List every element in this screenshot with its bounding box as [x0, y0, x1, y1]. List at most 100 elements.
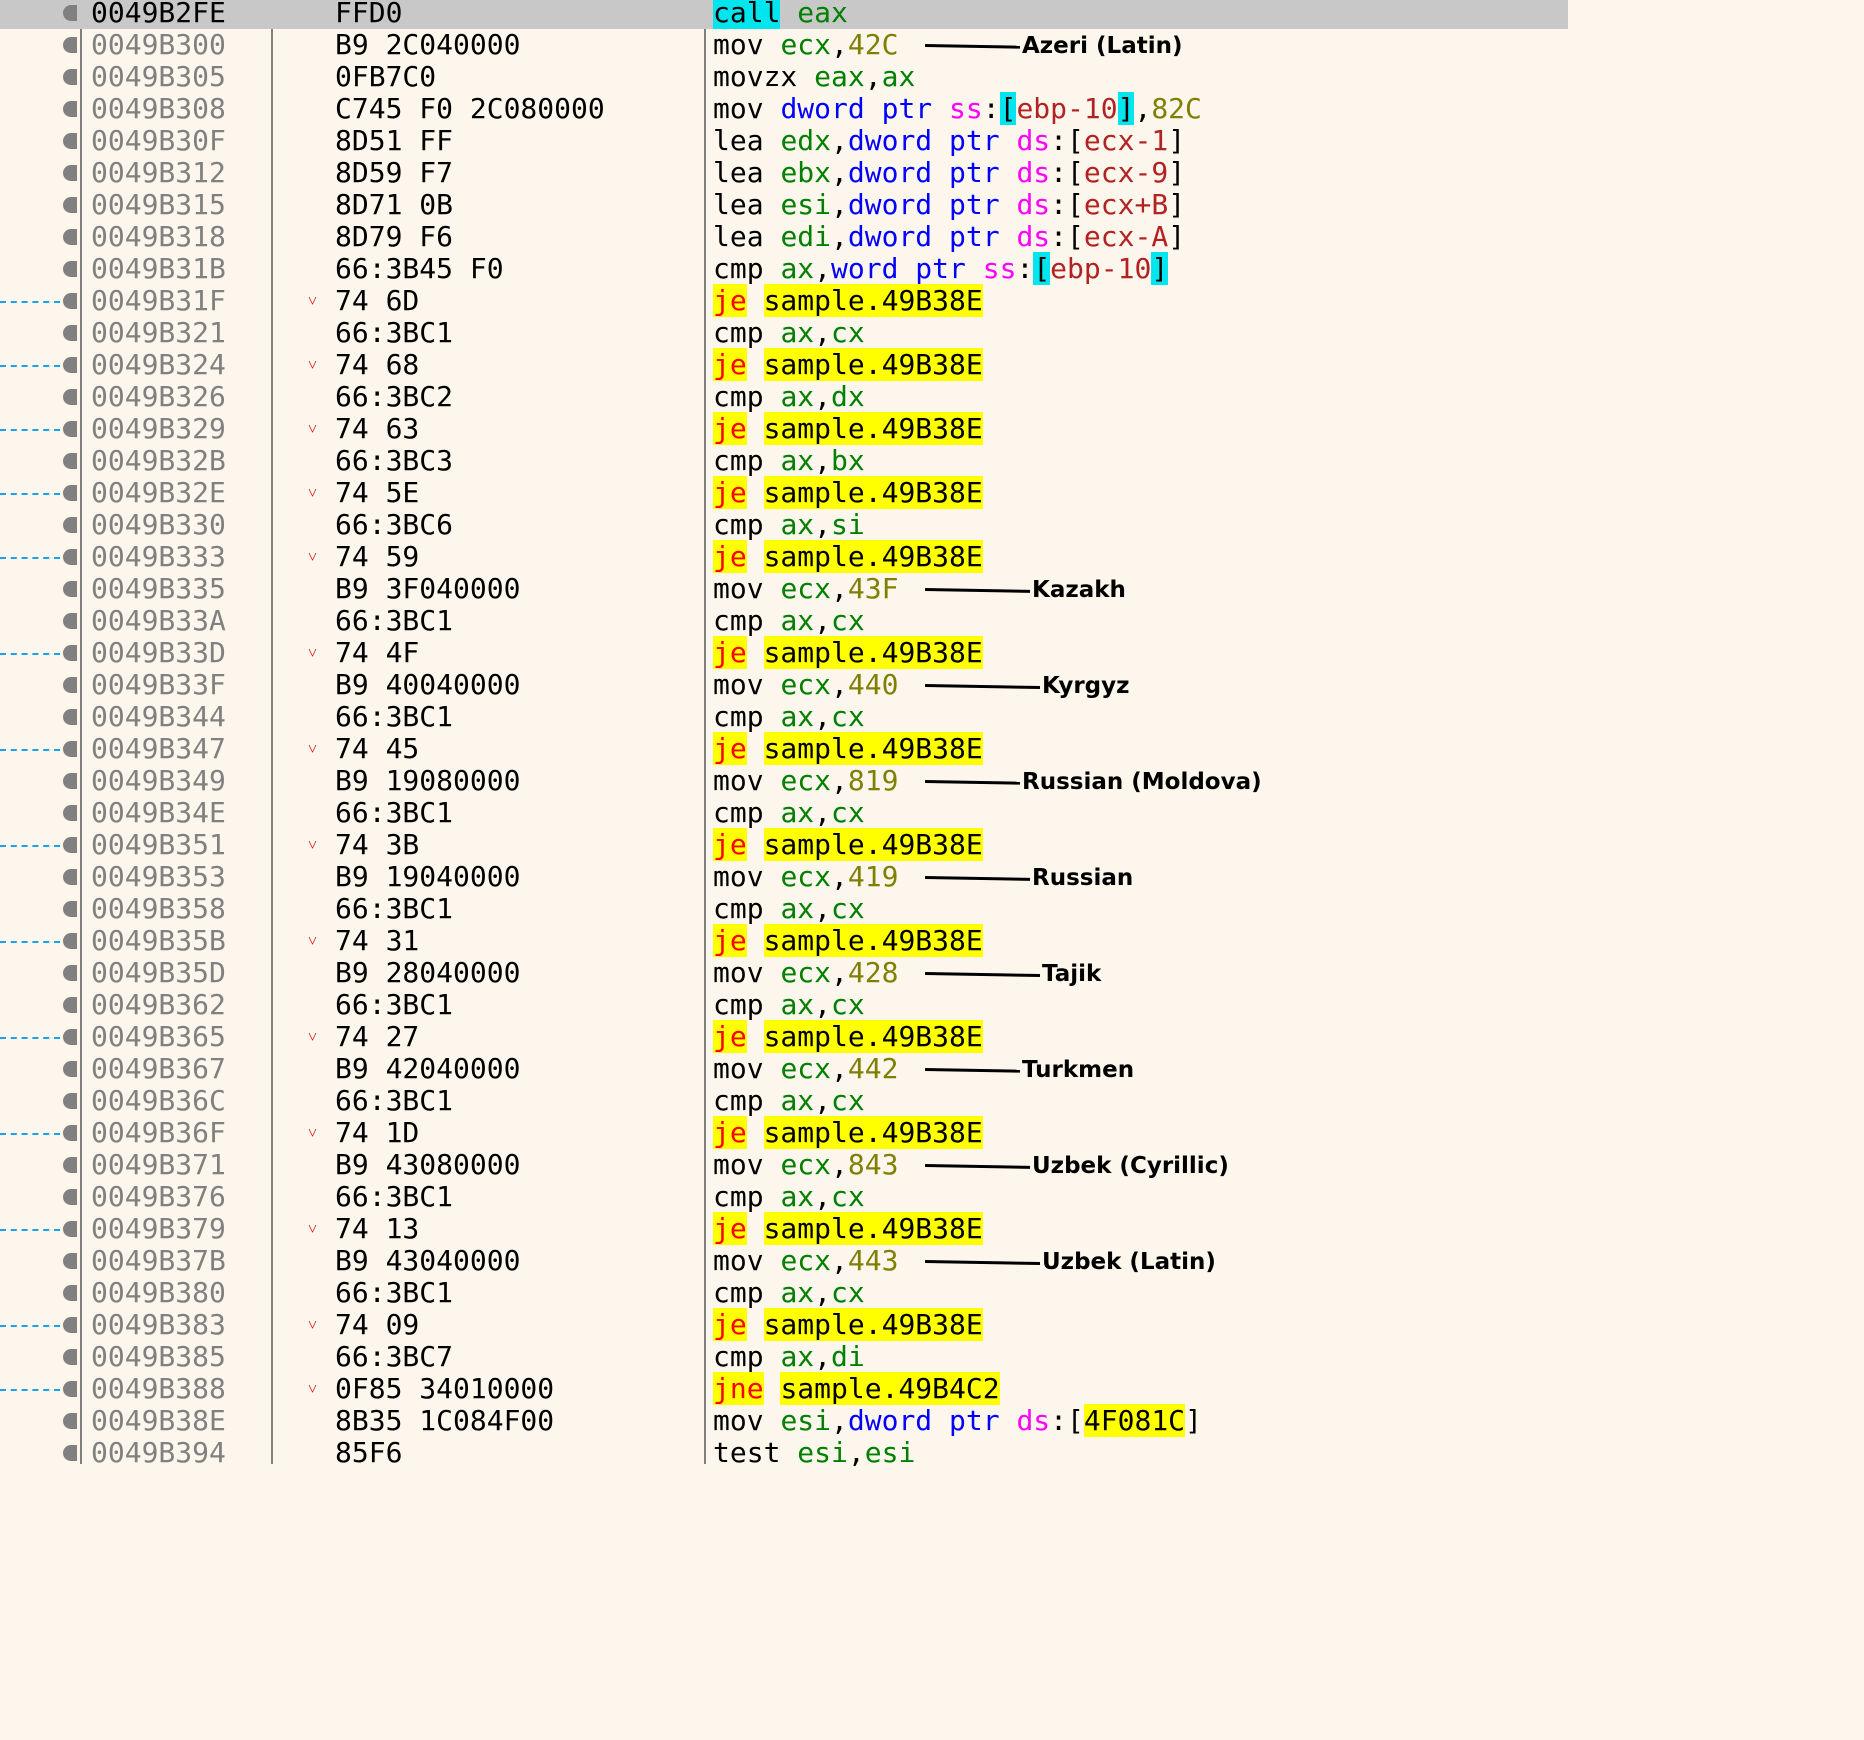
disasm-row[interactable]: 0049B333 ˅ 74 59 je sample.49B38E [0, 540, 1568, 573]
disasm-row[interactable]: 0049B34E 66:3BC1 cmp ax,cx [0, 797, 1568, 829]
disasm-row[interactable]: 0049B2FE FFD0 call eax [0, 0, 1568, 29]
breakpoint-marker-icon[interactable] [63, 549, 77, 565]
disasm-row[interactable]: 0049B318 8D79 F6 lea edi,dword ptr ds:[ecx… [0, 221, 1568, 253]
breakpoint-marker-icon[interactable] [63, 1413, 77, 1429]
breakpoint-marker-icon[interactable] [63, 1029, 77, 1045]
breakpoint-marker-icon[interactable] [63, 805, 77, 821]
disasm-row[interactable]: 0049B33F B9 40040000 mov ecx,440 [0, 669, 1568, 701]
breakpoint-marker-icon[interactable] [63, 1125, 77, 1141]
disasm-row[interactable]: 0049B33D ˅ 74 4F je sample.49B38E [0, 636, 1568, 669]
breakpoint-marker-icon[interactable] [63, 421, 77, 437]
breakpoint-marker-icon[interactable] [63, 1253, 77, 1269]
breakpoint-marker-icon[interactable] [63, 69, 77, 85]
instruction-token-tgt[interactable]: sample.49B38E [763, 732, 983, 765]
disasm-row[interactable]: 0049B31F ˅ 74 6D je sample.49B38E [0, 284, 1568, 317]
instruction-token-tgt[interactable]: sample.49B4C2 [780, 1372, 1000, 1405]
breakpoint-marker-icon[interactable] [63, 517, 77, 533]
breakpoint-marker-icon[interactable] [63, 709, 77, 725]
instruction-token-tgt[interactable]: sample.49B38E [763, 1116, 983, 1149]
disasm-row[interactable]: 0049B308 C745 F0 2C080000 mov dword ptr ss… [0, 92, 1568, 125]
breakpoint-marker-icon[interactable] [63, 5, 77, 21]
breakpoint-marker-icon[interactable] [63, 293, 77, 309]
instruction-token-tgt[interactable]: sample.49B38E [763, 828, 983, 861]
disassembly-view[interactable]: 0049B2FE FFD0 call eax 0049B300 B9 2C040000 m… [0, 0, 1568, 1469]
disasm-row[interactable]: 0049B32E ˅ 74 5E je sample.49B38E [0, 476, 1568, 509]
breakpoint-marker-icon[interactable] [63, 389, 77, 405]
breakpoint-marker-icon[interactable] [63, 581, 77, 597]
breakpoint-marker-icon[interactable] [63, 741, 77, 757]
disasm-row[interactable]: 0049B312 8D59 F7 lea ebx,dword ptr ds:[ecx… [0, 157, 1568, 189]
disasm-row[interactable]: 0049B344 66:3BC1 cmp ax,cx [0, 701, 1568, 733]
disasm-row[interactable]: 0049B326 66:3BC2 cmp ax,dx [0, 381, 1568, 413]
breakpoint-marker-icon[interactable] [63, 1349, 77, 1365]
disasm-row[interactable]: 0049B380 66:3BC1 cmp ax,cx [0, 1277, 1568, 1309]
disasm-row[interactable]: 0049B351 ˅ 74 3B je sample.49B38E [0, 828, 1568, 861]
breakpoint-marker-icon[interactable] [63, 1381, 77, 1397]
breakpoint-marker-icon[interactable] [63, 1285, 77, 1301]
disasm-row[interactable]: 0049B388 ˅ 0F85 34010000 jne sample.49B4C2 [0, 1372, 1568, 1405]
disasm-row[interactable]: 0049B300 B9 2C040000 mov ecx,42C [0, 29, 1568, 61]
instruction-token-tgt[interactable]: sample.49B38E [763, 924, 983, 957]
disasm-row[interactable]: 0049B315 8D71 0B lea esi,dword ptr ds:[ecx… [0, 189, 1568, 221]
disasm-row[interactable]: 0049B32B 66:3BC3 cmp ax,bx [0, 445, 1568, 477]
instruction-token-tgt[interactable]: sample.49B38E [763, 636, 983, 669]
disasm-row[interactable]: 0049B385 66:3BC7 cmp ax,di [0, 1341, 1568, 1373]
instruction-token-tgt[interactable]: sample.49B38E [763, 284, 983, 317]
breakpoint-marker-icon[interactable] [63, 645, 77, 661]
breakpoint-marker-icon[interactable] [63, 837, 77, 853]
breakpoint-marker-icon[interactable] [63, 901, 77, 917]
disasm-row[interactable]: 0049B305 0FB7C0 movzx eax,ax [0, 61, 1568, 93]
disasm-row[interactable]: 0049B33A 66:3BC1 cmp ax,cx [0, 605, 1568, 637]
instruction-token-tgt[interactable]: sample.49B38E [763, 1020, 983, 1053]
instruction-token-tgt[interactable]: sample.49B38E [763, 476, 983, 509]
breakpoint-marker-icon[interactable] [63, 1317, 77, 1333]
breakpoint-marker-icon[interactable] [63, 677, 77, 693]
disasm-row[interactable]: 0049B383 ˅ 74 09 je sample.49B38E [0, 1308, 1568, 1341]
disasm-row[interactable]: 0049B35B ˅ 74 31 je sample.49B38E [0, 924, 1568, 957]
breakpoint-marker-icon[interactable] [63, 37, 77, 53]
breakpoint-marker-icon[interactable] [63, 101, 77, 117]
disasm-row[interactable]: 0049B362 66:3BC1 cmp ax,cx [0, 989, 1568, 1021]
breakpoint-marker-icon[interactable] [63, 869, 77, 885]
disasm-row[interactable]: 0049B329 ˅ 74 63 je sample.49B38E [0, 412, 1568, 445]
instruction-token-tgt[interactable]: sample.49B38E [763, 348, 983, 381]
disasm-row[interactable]: 0049B36F ˅ 74 1D je sample.49B38E [0, 1116, 1568, 1149]
breakpoint-marker-icon[interactable] [63, 261, 77, 277]
disasm-row[interactable]: 0049B35D B9 28040000 mov ecx,428 [0, 957, 1568, 989]
disasm-row[interactable]: 0049B367 B9 42040000 mov ecx,442 [0, 1053, 1568, 1085]
disasm-row[interactable]: 0049B365 ˅ 74 27 je sample.49B38E [0, 1020, 1568, 1053]
disasm-row[interactable]: 0049B349 B9 19080000 mov ecx,819 [0, 765, 1568, 797]
disasm-row[interactable]: 0049B371 B9 43080000 mov ecx,843 [0, 1149, 1568, 1181]
breakpoint-marker-icon[interactable] [63, 1093, 77, 1109]
disasm-row[interactable]: 0049B321 66:3BC1 cmp ax,cx [0, 317, 1568, 349]
disasm-row[interactable]: 0049B335 B9 3F040000 mov ecx,43F [0, 573, 1568, 605]
breakpoint-marker-icon[interactable] [63, 1189, 77, 1205]
disasm-row[interactable]: 0049B394 85F6 test esi,esi [0, 1437, 1568, 1469]
instruction-token-tgt[interactable]: sample.49B38E [763, 1308, 983, 1341]
disasm-row[interactable]: 0049B379 ˅ 74 13 je sample.49B38E [0, 1212, 1568, 1245]
disasm-row[interactable]: 0049B36C 66:3BC1 cmp ax,cx [0, 1085, 1568, 1117]
breakpoint-marker-icon[interactable] [63, 197, 77, 213]
disasm-row[interactable]: 0049B358 66:3BC1 cmp ax,cx [0, 893, 1568, 925]
breakpoint-marker-icon[interactable] [63, 933, 77, 949]
disasm-row[interactable]: 0049B37B B9 43040000 mov ecx,443 [0, 1245, 1568, 1277]
disasm-row[interactable]: 0049B347 ˅ 74 45 je sample.49B38E [0, 732, 1568, 765]
breakpoint-marker-icon[interactable] [63, 1445, 77, 1461]
disasm-row[interactable]: 0049B376 66:3BC1 cmp ax,cx [0, 1181, 1568, 1213]
breakpoint-marker-icon[interactable] [63, 773, 77, 789]
disasm-row[interactable]: 0049B330 66:3BC6 cmp ax,si [0, 509, 1568, 541]
breakpoint-marker-icon[interactable] [63, 357, 77, 373]
disasm-row[interactable]: 0049B353 B9 19040000 mov ecx,419 [0, 861, 1568, 893]
breakpoint-marker-icon[interactable] [63, 133, 77, 149]
disasm-row[interactable]: 0049B30F 8D51 FF lea edx,dword ptr ds:[ecx… [0, 125, 1568, 157]
disasm-row[interactable]: 0049B31B 66:3B45 F0 cmp ax,word ptr ss:[eb… [0, 252, 1568, 285]
disasm-row[interactable]: 0049B324 ˅ 74 68 je sample.49B38E [0, 348, 1568, 381]
breakpoint-marker-icon[interactable] [63, 613, 77, 629]
breakpoint-marker-icon[interactable] [63, 1157, 77, 1173]
instruction-token-tgt[interactable]: sample.49B38E [763, 412, 983, 445]
instruction-token-tgt[interactable]: sample.49B38E [763, 540, 983, 573]
breakpoint-marker-icon[interactable] [63, 453, 77, 469]
breakpoint-marker-icon[interactable] [63, 229, 77, 245]
breakpoint-marker-icon[interactable] [63, 965, 77, 981]
breakpoint-marker-icon[interactable] [63, 485, 77, 501]
